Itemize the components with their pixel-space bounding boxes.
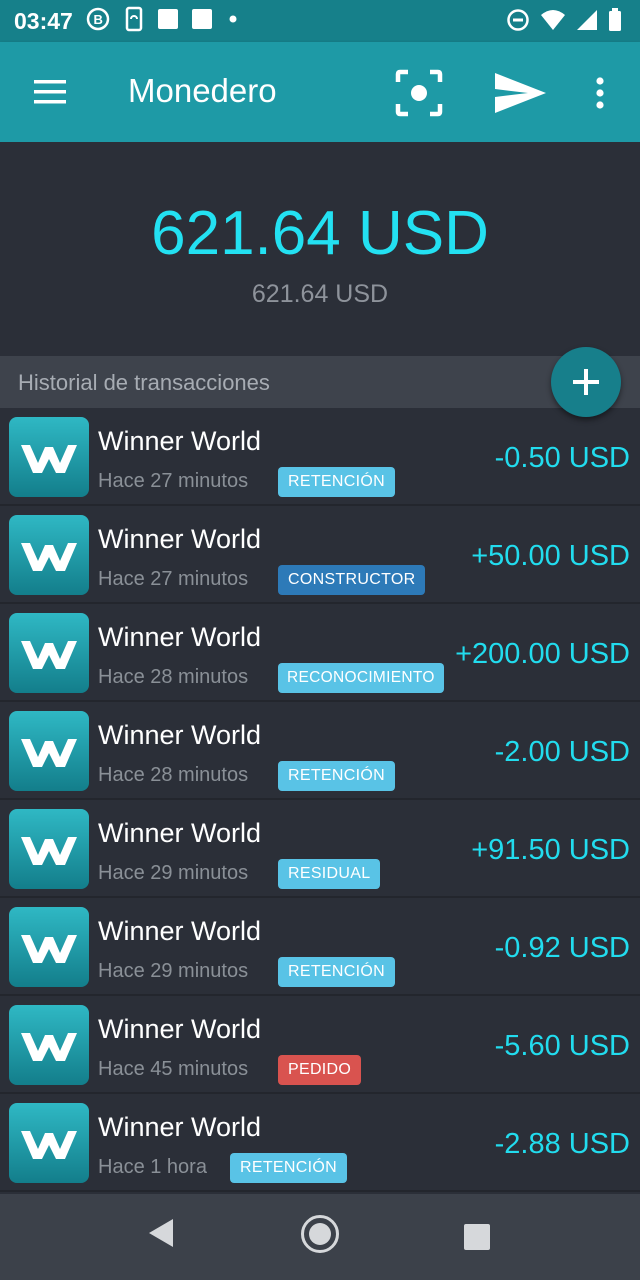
b-app-icon: B <box>85 6 111 37</box>
notification-square-icon <box>157 8 179 35</box>
status-badge: RETENCIÓN <box>278 957 395 987</box>
transaction-amount: -2.88 USD <box>494 1128 630 1160</box>
winner-world-logo-icon <box>9 809 89 889</box>
phone-sync-icon <box>123 6 145 37</box>
status-badge: RECONOCIMIENTO <box>278 663 444 693</box>
winner-world-logo-icon <box>9 613 89 693</box>
winner-world-logo-icon <box>9 417 89 497</box>
transaction-name: Winner World <box>98 720 262 750</box>
status-badge: PEDIDO <box>278 1055 362 1085</box>
send-icon[interactable] <box>490 68 550 118</box>
recent-apps-icon[interactable] <box>464 1224 490 1250</box>
add-button[interactable] <box>551 347 621 417</box>
transaction-amount: -0.92 USD <box>494 932 630 964</box>
history-title: Historial de transacciones <box>18 370 270 395</box>
transaction-time: Hace 27 minutos <box>98 568 249 590</box>
transaction-name: Winner World <box>98 916 262 946</box>
transaction-row[interactable]: Winner World Hace 1 hora RETENCIÓN -2.88… <box>0 1094 640 1192</box>
winner-world-logo-icon <box>9 515 89 595</box>
wifi-icon <box>540 9 566 36</box>
winner-world-logo-icon <box>9 711 89 791</box>
status-badge: RETENCIÓN <box>230 1153 347 1183</box>
more-notifications-dot-icon <box>225 11 241 32</box>
page-title: Monedero <box>128 72 277 109</box>
status-badge: RETENCIÓN <box>278 761 395 791</box>
transaction-time: Hace 27 minutos <box>98 470 249 492</box>
status-badge: RETENCIÓN <box>278 467 395 497</box>
notification-square-icon-2 <box>191 8 213 35</box>
menu-icon[interactable] <box>26 72 74 112</box>
transaction-time: Hace 45 minutos <box>98 1058 249 1080</box>
transaction-name: Winner World <box>98 622 262 652</box>
transaction-amount: +91.50 USD <box>471 834 630 866</box>
signal-icon <box>576 9 598 36</box>
balance-section: 621.64 USD 621.64 USD <box>0 142 640 356</box>
system-nav-bar <box>0 1194 640 1280</box>
transaction-name: Winner World <box>98 426 262 456</box>
winner-world-logo-icon <box>9 1005 89 1085</box>
transaction-amount: -2.00 USD <box>494 736 630 768</box>
battery-icon <box>608 8 622 37</box>
do-not-disturb-icon <box>506 8 530 37</box>
transaction-time: Hace 29 minutos <box>98 960 249 982</box>
balance-secondary: 621.64 USD <box>251 280 389 308</box>
history-header: Historial de transacciones <box>0 356 640 408</box>
transaction-name: Winner World <box>98 818 262 848</box>
balance-amount: 621.64 USD <box>151 199 489 268</box>
transaction-row[interactable]: Winner World Hace 28 minutos RECONOCIMIE… <box>0 604 640 702</box>
transaction-name: Winner World <box>98 524 262 554</box>
transaction-row[interactable]: Winner World Hace 28 minutos RETENCIÓN -… <box>0 702 640 800</box>
transaction-amount: +200.00 USD <box>455 638 630 670</box>
status-time: 03:47 <box>14 7 73 34</box>
transaction-time: Hace 1 hora <box>98 1156 207 1178</box>
transaction-amount: +50.00 USD <box>471 540 630 572</box>
transaction-row[interactable]: Winner World Hace 45 minutos PEDIDO -5.6… <box>0 996 640 1094</box>
winner-world-logo-icon <box>9 907 89 987</box>
transaction-list: Winner World Hace 27 minutos RETENCIÓN -… <box>0 408 640 1192</box>
transaction-row[interactable]: Winner World Hace 27 minutos RETENCIÓN -… <box>0 408 640 506</box>
more-options-icon[interactable] <box>586 70 614 116</box>
winner-world-logo-icon <box>9 1103 89 1183</box>
transaction-row[interactable]: Winner World Hace 29 minutos RETENCIÓN -… <box>0 898 640 996</box>
status-badge: RESIDUAL <box>278 859 381 889</box>
transaction-name: Winner World <box>98 1014 262 1044</box>
transaction-time: Hace 29 minutos <box>98 862 249 884</box>
home-icon[interactable] <box>300 1214 340 1259</box>
transaction-row[interactable]: Winner World Hace 29 minutos RESIDUAL +9… <box>0 800 640 898</box>
app-bar: Monedero <box>0 42 640 142</box>
transaction-amount: -0.50 USD <box>494 442 630 474</box>
transaction-time: Hace 28 minutos <box>98 666 249 688</box>
transaction-amount: -5.60 USD <box>494 1030 630 1062</box>
transaction-time: Hace 28 minutos <box>98 764 249 786</box>
status-badge: CONSTRUCTOR <box>278 565 426 595</box>
scan-qr-icon[interactable] <box>394 68 444 118</box>
status-bar: 03:47 B <box>0 0 640 42</box>
transaction-row[interactable]: Winner World Hace 27 minutos CONSTRUCTOR… <box>0 506 640 604</box>
plus-icon <box>573 369 599 395</box>
transaction-name: Winner World <box>98 1112 262 1142</box>
svg-text:B: B <box>93 12 102 27</box>
back-icon[interactable] <box>146 1216 176 1255</box>
